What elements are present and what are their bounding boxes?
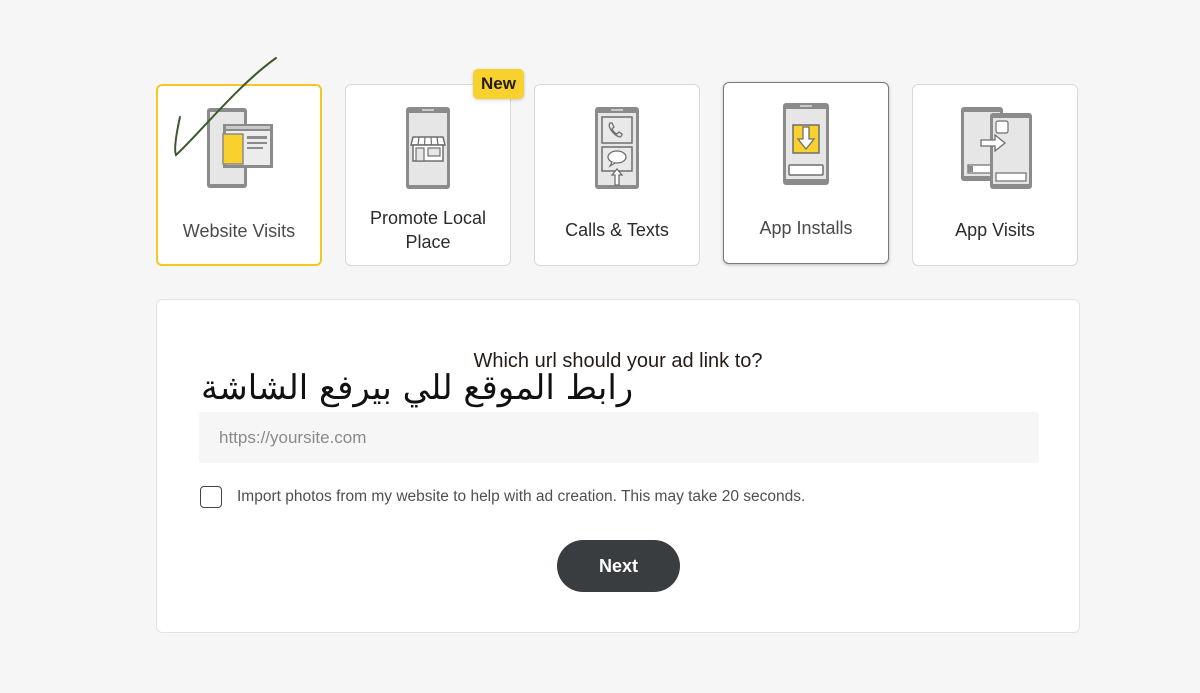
import-photos-label: Import photos from my website to help wi… (237, 488, 806, 505)
storefront-phone-icon (346, 103, 510, 193)
goal-card-app-installs[interactable]: App Installs (723, 82, 889, 264)
handwritten-annotation: رابط الموقع للي بيرفع الشاشة (201, 368, 634, 408)
goal-card-website-visits[interactable]: Website Visits (156, 84, 322, 266)
goal-label: Website Visits (182, 221, 296, 241)
goal-label: App Installs (759, 218, 853, 238)
new-badge: New (473, 69, 524, 99)
goal-label: Promote Local Place (369, 208, 487, 252)
next-button[interactable]: Next (557, 540, 680, 592)
import-photos-checkbox[interactable] (200, 486, 222, 508)
goal-card-calls-texts[interactable]: Calls & Texts (534, 84, 700, 266)
app-visits-icon (913, 103, 1077, 193)
url-form-panel: Which url should your ad link to? رابط ا… (156, 299, 1080, 633)
goal-card-promote-local-place[interactable]: Promote Local Place New (345, 69, 524, 266)
goal-label: App Visits (955, 220, 1035, 240)
goal-cards: Website Visits Promote Local Place New C… (156, 69, 1080, 268)
url-input[interactable] (199, 412, 1039, 463)
goal-label: Calls & Texts (565, 220, 669, 240)
phone-calls-icon (535, 103, 699, 193)
app-download-icon (724, 99, 888, 189)
website-visits-icon (158, 104, 320, 194)
goal-card-app-visits[interactable]: App Visits (912, 84, 1078, 266)
